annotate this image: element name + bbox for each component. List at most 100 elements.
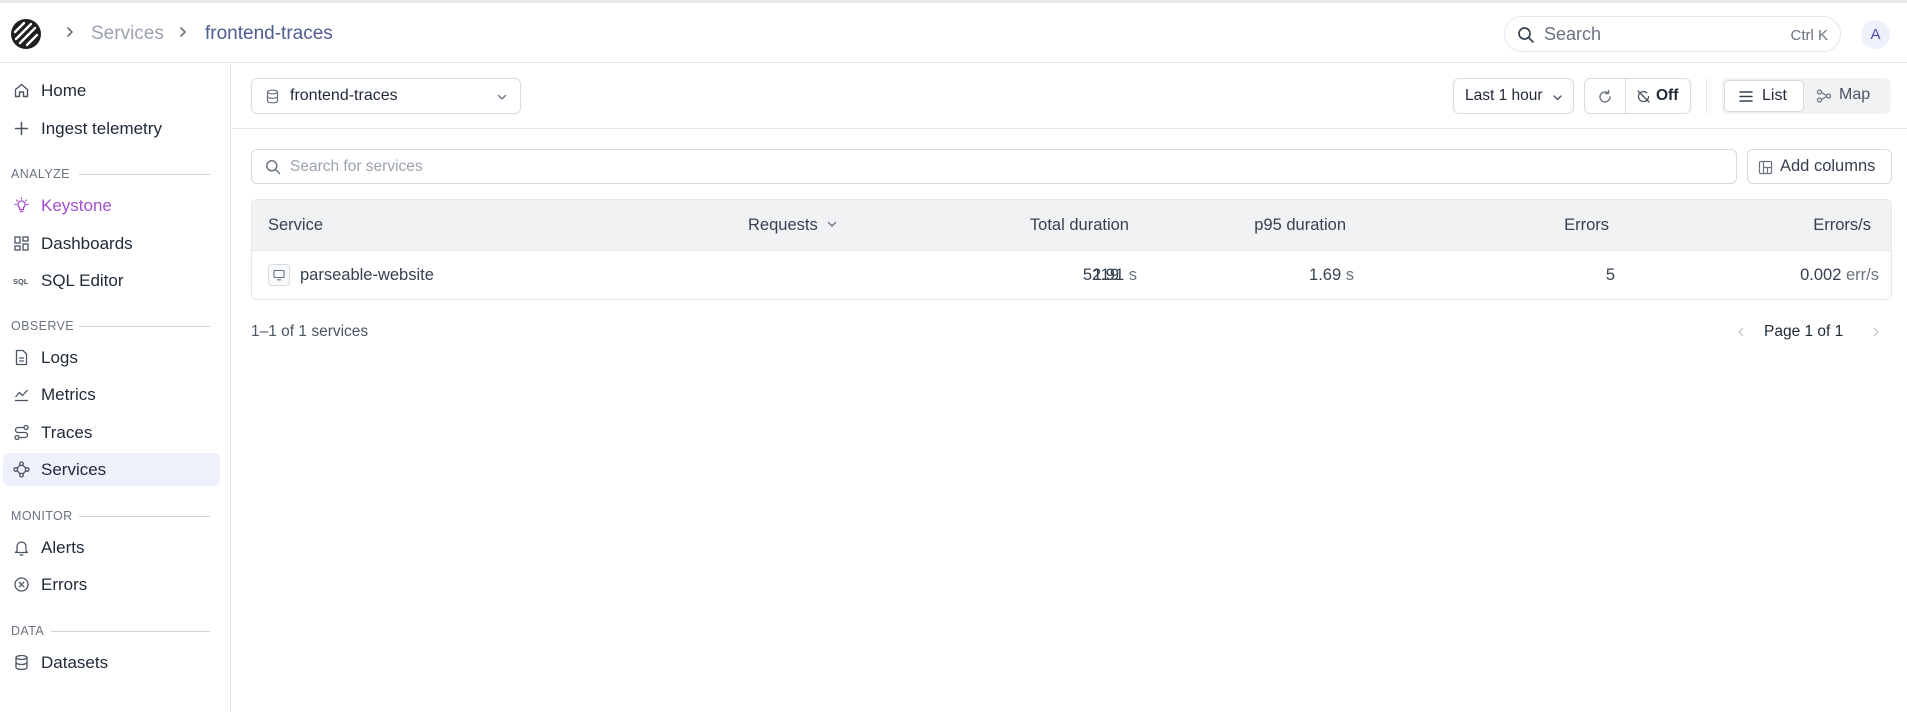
- view-toggle: List Map: [1722, 78, 1891, 114]
- sidebar-item-home[interactable]: Home: [3, 74, 220, 107]
- sidebar: Home Ingest telemetry ANALYZE Keystone D…: [0, 64, 231, 712]
- cell-unit: s: [1345, 266, 1354, 284]
- sort-desc-icon: [828, 221, 837, 227]
- sidebar-item-services[interactable]: Services: [3, 453, 220, 486]
- dataset-select-value: frontend-traces: [290, 87, 398, 104]
- avatar[interactable]: A: [1861, 20, 1890, 49]
- services-icon: [13, 461, 30, 478]
- add-columns-label: Add columns: [1780, 157, 1876, 175]
- bell-icon: [14, 541, 29, 556]
- service-type-badge: [268, 264, 290, 286]
- sidebar-item-logs[interactable]: Logs: [3, 341, 220, 374]
- cell-value: 52.91: [1082, 266, 1125, 284]
- column-header-label: Requests: [748, 216, 818, 234]
- cell-value: 0.002: [1800, 266, 1842, 284]
- sidebar-item-label: Home: [41, 81, 87, 100]
- sql-icon: SQL: [13, 277, 29, 286]
- column-header-errors[interactable]: Errors: [1564, 214, 1609, 236]
- cell-value: 1.69: [1309, 266, 1342, 284]
- section-divider: [79, 174, 210, 175]
- search-shortcut: Ctrl K: [1790, 27, 1829, 44]
- cell-p95-duration: 1.69 s: [1309, 264, 1354, 286]
- view-list-label: List: [1762, 87, 1787, 104]
- breadcrumb-current[interactable]: frontend-traces: [205, 22, 333, 46]
- database-icon: [15, 654, 28, 671]
- column-header-service[interactable]: Service: [268, 214, 323, 236]
- sidebar-item-label: Ingest telemetry: [41, 119, 162, 138]
- monitor-icon: [273, 269, 285, 281]
- global-search[interactable]: Search Ctrl K: [1504, 16, 1841, 52]
- sidebar-item-label: Errors: [41, 575, 88, 594]
- home-icon: [14, 83, 29, 98]
- sidebar-item-traces[interactable]: Traces: [3, 416, 220, 449]
- search-icon: [266, 160, 281, 175]
- page-indicator: Page 1 of 1: [1764, 323, 1844, 340]
- sidebar-item-label: SQL Editor: [41, 271, 124, 290]
- sidebar-item-ingest-telemetry[interactable]: Ingest telemetry: [3, 112, 220, 145]
- table-row[interactable]: parseable-website 119 52.91 s 1.69 s 5 0…: [252, 251, 1891, 299]
- sidebar-item-errors[interactable]: Errors: [3, 568, 220, 601]
- section-heading-monitor: MONITOR: [11, 509, 73, 523]
- column-header-requests[interactable]: Requests: [748, 214, 838, 236]
- document-icon: [15, 349, 28, 366]
- refresh-off-icon[interactable]: [1636, 89, 1651, 104]
- logo-icon[interactable]: [10, 18, 42, 50]
- global-search-label: Search: [1544, 24, 1602, 44]
- cell-errors-per-sec: 0.002 err/s: [1800, 264, 1879, 286]
- time-range-label: Last 1 hour: [1465, 87, 1543, 104]
- sidebar-item-datasets[interactable]: Datasets: [3, 646, 220, 679]
- dataset-select[interactable]: frontend-traces: [251, 78, 521, 114]
- results-count: 1–1 of 1 services: [251, 323, 369, 340]
- column-header-errors-per-sec[interactable]: Errors/s: [1813, 214, 1871, 236]
- sidebar-item-label: Traces: [41, 423, 93, 442]
- main-content: frontend-traces Last 1 hour Off List Map: [232, 64, 1907, 712]
- add-columns-button[interactable]: Add columns: [1747, 149, 1892, 184]
- view-list-button[interactable]: List: [1724, 80, 1804, 112]
- auto-refresh-label[interactable]: Off: [1656, 87, 1678, 105]
- search-icon: [1518, 27, 1534, 43]
- refresh-controls: Off: [1584, 78, 1691, 114]
- table-header: Service Requests Total duration p95 dura…: [252, 200, 1891, 251]
- sidebar-item-metrics[interactable]: Metrics: [3, 378, 220, 411]
- services-table: Service Requests Total duration p95 dura…: [251, 199, 1892, 300]
- section-divider: [51, 631, 210, 632]
- divider: [1625, 79, 1626, 113]
- traces-icon: [14, 424, 29, 441]
- list-icon: [1739, 91, 1753, 102]
- cell-unit: s: [1128, 266, 1137, 284]
- cell-unit: err/s: [1846, 266, 1879, 284]
- dashboard-icon: [14, 236, 29, 251]
- time-range-button[interactable]: Last 1 hour: [1453, 78, 1574, 114]
- svg-text:SQL: SQL: [13, 277, 29, 286]
- sidebar-item-keystone[interactable]: Keystone: [3, 189, 220, 222]
- map-nodes-icon: [1816, 89, 1832, 103]
- sidebar-item-label: Logs: [41, 348, 78, 367]
- view-map-button[interactable]: Map: [1808, 80, 1888, 112]
- breadcrumb-services[interactable]: Services: [91, 22, 164, 46]
- column-header-total-duration[interactable]: Total duration: [1030, 214, 1129, 236]
- refresh-icon[interactable]: [1597, 89, 1613, 105]
- sidebar-item-dashboards[interactable]: Dashboards: [3, 227, 220, 260]
- chevron-left-icon[interactable]: [1735, 326, 1747, 338]
- section-divider: [79, 326, 210, 327]
- section-heading-data: DATA: [11, 624, 45, 638]
- top-header: Services frontend-traces Search Ctrl K A: [0, 3, 1907, 63]
- sidebar-item-label: Datasets: [41, 653, 109, 672]
- toolbar-divider: [1706, 78, 1707, 114]
- breadcrumb-chevron-icon: [180, 27, 186, 37]
- chevron-right-icon[interactable]: [1870, 326, 1882, 338]
- sidebar-item-sql-editor[interactable]: SQL SQL Editor: [3, 264, 220, 297]
- chevron-down-icon: [1553, 95, 1562, 101]
- services-search-input[interactable]: [290, 156, 1690, 178]
- column-header-p95-duration[interactable]: p95 duration: [1254, 214, 1346, 236]
- sidebar-item-label: Metrics: [41, 385, 96, 404]
- pagination: Page 1 of 1: [1727, 317, 1892, 347]
- sidebar-item-label: Dashboards: [41, 234, 133, 253]
- section-heading-observe: OBSERVE: [11, 319, 75, 333]
- cell-service-name[interactable]: parseable-website: [300, 264, 434, 286]
- cell-errors: 5: [1605, 266, 1615, 284]
- columns-icon: [1758, 160, 1773, 175]
- lightbulb-icon: [14, 197, 29, 213]
- sidebar-item-alerts[interactable]: Alerts: [3, 531, 220, 564]
- chevron-down-icon: [497, 94, 507, 100]
